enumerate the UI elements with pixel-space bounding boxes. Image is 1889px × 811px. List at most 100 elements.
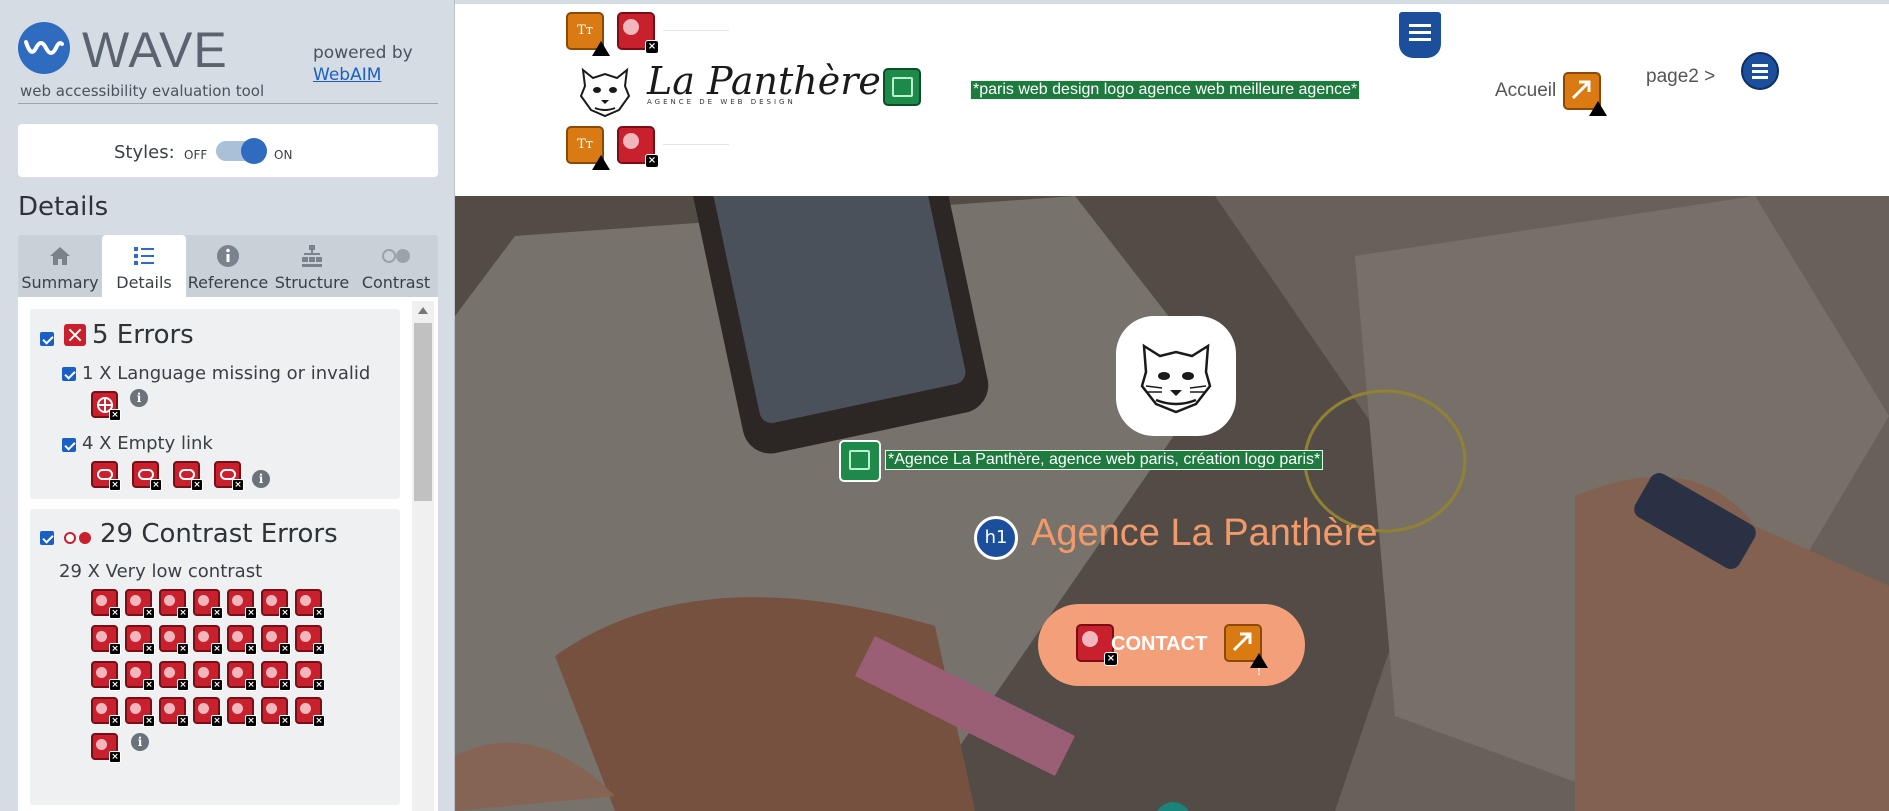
text-alert-label: Tт	[577, 23, 593, 38]
scroll-up-arrow-icon[interactable]	[418, 307, 428, 314]
contrast-error-icon[interactable]: ×	[125, 625, 155, 655]
contrast-error-icon[interactable]: ×	[227, 589, 257, 619]
css-stylesheet-icon[interactable]	[1399, 12, 1441, 58]
contrast-error-icon[interactable]: ×	[227, 625, 257, 655]
contrast-error-icon[interactable]: ×	[295, 589, 325, 619]
contrast-error-icon[interactable]: ×	[193, 697, 223, 727]
empty-link-icon[interactable]: ×	[91, 461, 121, 491]
tab-contrast[interactable]: Contrast	[354, 235, 438, 297]
site-logo-subtitle: AGENCE DE WEB DESIGN	[647, 98, 796, 106]
h1-heading-icon[interactable]: h1	[974, 516, 1018, 560]
empty-link-info-icon[interactable]: i	[252, 470, 270, 488]
contrast-error-icon[interactable]: ×	[159, 697, 189, 727]
unordered-list-icon[interactable]	[1741, 52, 1779, 90]
styles-toggle-box: Styles: OFF ON	[18, 124, 438, 177]
hero-section: *Agence La Panthère, agence web paris, c…	[455, 196, 1889, 811]
text-alert-icon[interactable]: Tт	[566, 126, 610, 192]
header-logo-alt-text: *paris web design logo agence web meille…	[970, 80, 1361, 100]
wave-brand-word: WAVE	[82, 22, 228, 78]
contrast-error-icon[interactable]: ×	[159, 661, 189, 691]
contrast-error-icon[interactable]: ×	[91, 625, 121, 655]
contrast-error-info-icon[interactable]: i	[131, 733, 149, 751]
styles-on-label: ON	[274, 148, 293, 162]
redundant-link-alert-icon[interactable]	[1224, 624, 1268, 690]
language-error-checkbox[interactable]	[62, 367, 76, 381]
hero-title: Agence La Panthère	[1031, 512, 1378, 554]
contact-button[interactable]: × CONTACT	[1038, 604, 1305, 690]
hero-logo-alt-text: *Agence La Panthère, agence web paris, c…	[885, 450, 1324, 470]
site-logo-text[interactable]: La Panthère	[647, 59, 881, 103]
contrast-error-icon[interactable]: ×	[159, 589, 189, 619]
contrast-error-icon[interactable]: ×	[193, 589, 223, 619]
contrast-error-icon[interactable]: ×	[125, 697, 155, 727]
tab-reference-label: Reference	[187, 273, 269, 292]
very-low-contrast-label: 29 X Very low contrast	[59, 561, 263, 582]
contrast-errors-checkbox[interactable]	[40, 531, 54, 545]
details-scrollbar[interactable]	[412, 301, 434, 811]
tab-details-label: Details	[116, 273, 172, 292]
text-alert-icon[interactable]: Tт	[566, 12, 610, 78]
wave-brand: WAVE web accessibility evaluation tool p…	[18, 22, 438, 104]
contrast-error-icon[interactable]: ×	[193, 625, 223, 655]
hero-overlay	[455, 196, 1889, 811]
info-icon	[217, 245, 239, 267]
errors-checkbox[interactable]	[40, 332, 54, 346]
contrast-error-icon[interactable]: ×	[617, 12, 659, 54]
contrast-error-icon[interactable]: ×	[125, 589, 155, 619]
hero-panther-logo	[1116, 316, 1236, 436]
contrast-error-icon[interactable]: ×	[295, 697, 325, 727]
contrast-error-icon[interactable]: ×	[227, 697, 257, 727]
language-error-info-icon[interactable]: i	[130, 389, 148, 407]
divider	[663, 30, 729, 31]
contrast-error-icon[interactable]: ×	[91, 697, 121, 727]
contrast-error-icon[interactable]: ×	[261, 697, 291, 727]
contrast-error-icon[interactable]: ×	[91, 733, 121, 763]
styles-off-label: OFF	[184, 148, 208, 162]
contrast-error-icon[interactable]: ×	[193, 661, 223, 691]
linked-image-icon[interactable]	[883, 68, 921, 106]
contrast-errors-card: 29 Contrast Errors 29 X Very low contras…	[30, 509, 400, 805]
contrast-error-icon[interactable]: ×	[91, 661, 121, 691]
panther-logo-icon	[579, 67, 631, 118]
wave-tagline: web accessibility evaluation tool	[20, 82, 265, 100]
contrast-icon	[382, 249, 410, 263]
powered-by: powered by WebAIM	[313, 42, 413, 86]
text-alert-label: Tт	[577, 137, 593, 152]
wave-logo-icon	[18, 22, 70, 74]
contrast-error-icon[interactable]: ×	[91, 589, 121, 619]
powered-by-label: powered by	[313, 43, 413, 63]
language-error-icon[interactable]: ×	[91, 391, 121, 421]
errors-heading: 5 Errors	[92, 320, 194, 350]
image-alt-icon[interactable]	[839, 440, 881, 482]
styles-label: Styles:	[114, 142, 175, 163]
empty-link-icon[interactable]: ×	[173, 461, 203, 491]
contrast-error-icon[interactable]: ×	[617, 126, 659, 168]
tab-details[interactable]: Details	[102, 235, 186, 297]
panther-logo-icon	[1140, 343, 1212, 414]
errors-card: 5 Errors 1 X Language missing or invalid…	[30, 309, 400, 499]
scroll-thumb[interactable]	[414, 323, 432, 501]
nav-home-link[interactable]: Accueil	[1495, 80, 1556, 102]
empty-link-icon[interactable]: ×	[132, 461, 162, 491]
empty-link-icon[interactable]: ×	[214, 461, 244, 491]
tab-structure[interactable]: Structure	[270, 235, 354, 297]
nav-page2-link[interactable]: page2 >	[1646, 66, 1715, 88]
contrast-error-icon[interactable]: ×	[295, 625, 325, 655]
contrast-error-icon[interactable]: ×	[261, 589, 291, 619]
webaim-link[interactable]: WebAIM	[313, 64, 413, 86]
tab-reference[interactable]: Reference	[186, 235, 270, 297]
contrast-error-icon[interactable]: ×	[125, 661, 155, 691]
contrast-error-icon[interactable]: ×	[261, 625, 291, 655]
wave-tabs: Summary Details Reference Structure Cont…	[18, 235, 438, 297]
empty-link-checkbox[interactable]	[62, 438, 76, 452]
contrast-error-icon[interactable]: ×	[227, 661, 257, 691]
error-icon	[64, 324, 86, 346]
contrast-error-icon[interactable]: ×	[159, 625, 189, 655]
tab-summary[interactable]: Summary	[18, 235, 102, 297]
contrast-error-icon[interactable]: ×	[261, 661, 291, 691]
contrast-error-icon[interactable]: ×	[295, 661, 325, 691]
styles-toggle-knob[interactable]	[241, 138, 267, 164]
contrast-error-icon[interactable]: ×	[1076, 624, 1118, 666]
redundant-link-alert-icon[interactable]	[1563, 72, 1607, 138]
contrast-error-icon	[64, 531, 94, 545]
